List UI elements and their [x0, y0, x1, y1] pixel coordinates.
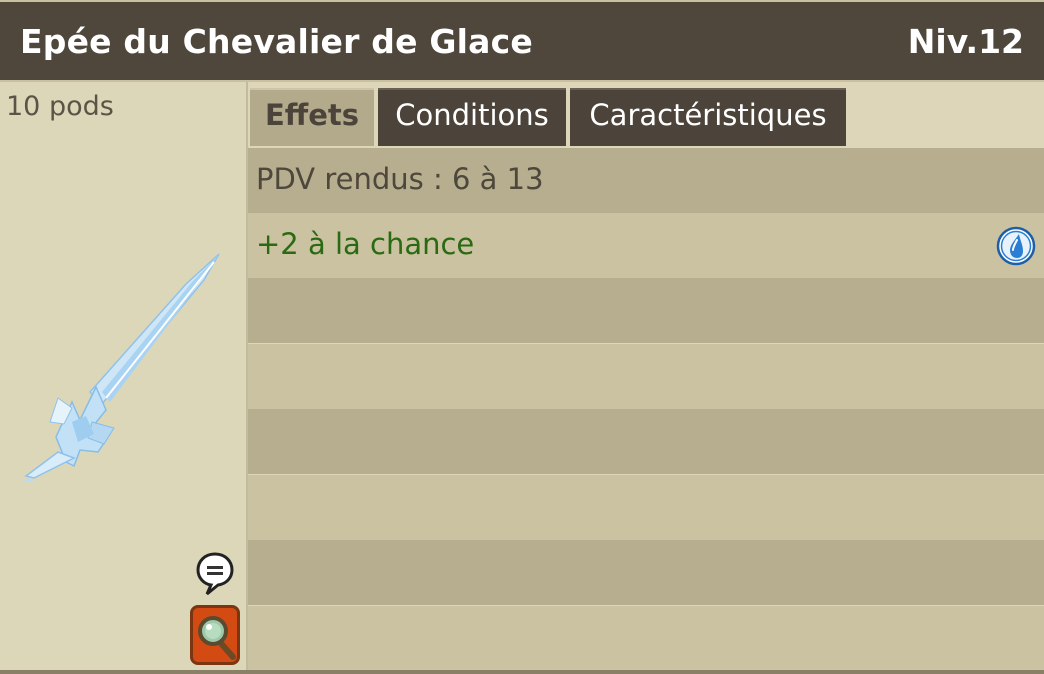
speech-bubble-icon[interactable] [196, 552, 234, 596]
tab-conditions[interactable]: Conditions [378, 88, 566, 146]
effect-text: PDV rendus : 6 à 13 [256, 162, 544, 196]
ice-sword-icon [22, 253, 220, 482]
effect-row: +2 à la chance [248, 213, 1044, 278]
tab-caracteristiques[interactable]: Caractéristiques [570, 88, 846, 146]
panel-bottom-border [0, 670, 1044, 674]
item-level: Niv.12 [907, 22, 1024, 61]
item-title-bar: Epée du Chevalier de Glace Niv.12 [0, 0, 1044, 82]
effect-text: +2 à la chance [256, 227, 475, 261]
item-name: Epée du Chevalier de Glace [20, 22, 533, 61]
effect-row: PDV rendus : 6 à 13 [248, 148, 1044, 213]
item-weight: 10 pods [6, 91, 114, 122]
effect-row [248, 344, 1044, 409]
inspect-button[interactable] [190, 605, 240, 665]
effect-row [248, 606, 1044, 671]
effect-row [248, 540, 1044, 605]
effect-row [248, 278, 1044, 343]
water-element-icon [996, 226, 1036, 266]
magnifier-icon [198, 616, 236, 660]
effect-row [248, 409, 1044, 474]
info-tabs: Effets Conditions Caractéristiques [248, 82, 1044, 148]
tab-effets[interactable]: Effets [250, 88, 374, 146]
effect-row [248, 475, 1044, 540]
item-preview-pane: 10 pods [0, 82, 248, 674]
